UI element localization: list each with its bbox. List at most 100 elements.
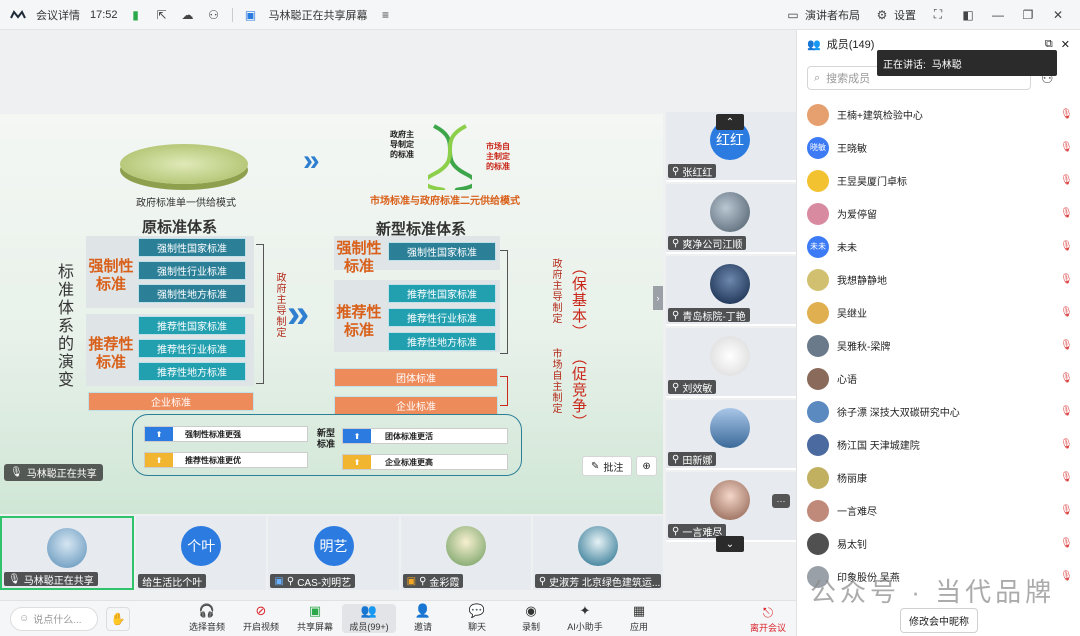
member-row[interactable]: 晓敏 王晓敏 🎙 <box>797 131 1080 164</box>
tile-name: ⚲ 田新娜 <box>668 452 717 466</box>
mic-muted-icon[interactable]: 🎙 <box>1060 307 1073 319</box>
more-options-icon[interactable]: ··· <box>772 494 790 508</box>
zoom-button[interactable]: ⊕ <box>636 456 657 476</box>
chevron-arrow-top-icon: » <box>303 144 320 177</box>
member-row[interactable]: 为爱停留 🎙 <box>797 197 1080 230</box>
sidebar-toggle-icon[interactable]: ◧ <box>960 7 976 23</box>
popout-icon[interactable]: ⧉ <box>1045 38 1053 51</box>
video-tile[interactable]: ⚲ 爽净公司江顺 <box>666 184 796 254</box>
people-icon[interactable]: ⚇ <box>206 7 222 23</box>
video-tile[interactable]: ⚲ 史淑芳 北京绿色建筑运... <box>532 516 664 590</box>
mic-muted-icon[interactable]: 🎙 <box>1060 142 1073 154</box>
mic-muted-icon[interactable]: 🎙 <box>1060 505 1073 517</box>
video-tile[interactable]: 个叶 给生活比个叶 <box>136 516 267 590</box>
leave-meeting-button[interactable]: ⎋ 离开会议 <box>750 605 786 634</box>
old-recommended-label: 推荐性标准 <box>88 336 134 371</box>
mic-muted-icon[interactable]: 🎙 <box>1060 373 1073 385</box>
avatar <box>710 408 750 448</box>
video-tile[interactable]: ⚲ 青岛标院-丁艳 <box>666 256 796 326</box>
old-mandatory-label: 强制性标准 <box>88 258 134 293</box>
video-tile[interactable]: ⚲ 田新娜 <box>666 400 796 470</box>
member-row[interactable]: 王楠+建筑检验中心 🎙 <box>797 98 1080 131</box>
video-tile-active[interactable]: 🎙 马林聪正在共享 <box>0 516 135 590</box>
invite-button[interactable]: 👤 邀请 <box>396 604 450 633</box>
meeting-details-link[interactable]: 会议详情 <box>36 7 80 23</box>
member-row[interactable]: 心语 🎙 <box>797 362 1080 395</box>
toolbar-label: 成员(99+) <box>349 622 389 632</box>
menu-icon[interactable]: ≡ <box>378 7 394 23</box>
camera-off-icon: ⊘ <box>255 603 267 618</box>
video-button[interactable]: ⊘ 开启视频 <box>234 604 288 633</box>
zoom-icon: ⊕ <box>642 460 651 472</box>
mic-muted-icon[interactable]: 🎙 <box>1060 472 1073 484</box>
annotate-button[interactable]: ✎ 批注 <box>582 456 633 476</box>
mic-muted-icon[interactable]: 🎙 <box>1060 175 1073 187</box>
mic-muted-icon[interactable]: 🎙 <box>1060 340 1073 352</box>
say-placeholder: 说点什么... <box>33 615 82 626</box>
share-screen-button[interactable]: ▣ 共享屏幕 <box>288 604 342 633</box>
rename-button[interactable]: 修改会中昵称 <box>900 607 978 633</box>
member-row[interactable]: 一言难尽 🎙 <box>797 494 1080 527</box>
record-button[interactable]: ◉ 录制 <box>504 604 558 633</box>
member-avatar <box>807 301 829 324</box>
raise-hand-icon[interactable]: ✋ <box>106 606 130 631</box>
layout-button[interactable]: ▭ 演讲者布局 <box>785 7 860 23</box>
member-row[interactable]: 未未 未未 🎙 <box>797 230 1080 263</box>
member-row[interactable]: 杨丽康 🎙 <box>797 461 1080 494</box>
video-tile[interactable]: ▣ ⚲ 金彩霞 <box>400 516 531 590</box>
video-tile[interactable]: ⚲ 刘效敏 <box>666 328 796 398</box>
new-bottom-bracket <box>500 376 508 406</box>
apps-grid-icon: ▦ <box>632 603 646 618</box>
mic-muted-icon[interactable]: 🎙 <box>1060 538 1073 550</box>
member-row[interactable]: 吴雅秋-梁牌 🎙 <box>797 329 1080 362</box>
member-avatar <box>807 202 829 225</box>
cloud-icon[interactable]: ☁ <box>180 7 196 23</box>
chat-button[interactable]: 💬 聊天 <box>450 604 504 633</box>
settings-button[interactable]: ⚙ 设置 <box>874 7 916 23</box>
say-something-input[interactable]: ☺ 说点什么... <box>10 606 98 631</box>
mic-muted-icon[interactable]: 🎙 <box>1060 208 1073 220</box>
member-row[interactable]: 吴继业 🎙 <box>797 296 1080 329</box>
restore-icon[interactable]: ❐ <box>1020 7 1036 23</box>
tile-name: ▣ ⚲ CAS-刘明艺 <box>270 574 356 588</box>
tencent-meeting-logo-icon <box>10 7 26 23</box>
minimize-icon[interactable]: — <box>990 7 1006 23</box>
close-panel-icon[interactable]: ✕ <box>1061 38 1070 51</box>
summary-item-text: 推荐性标准更优 <box>185 455 241 465</box>
mic-muted-icon[interactable]: 🎙 <box>1060 274 1073 286</box>
scroll-down-button[interactable]: ⌄ <box>716 536 744 552</box>
member-row[interactable]: 易太钊 🎙 <box>797 527 1080 560</box>
gov-led-label: 政府主导制定 <box>274 272 285 338</box>
apps-button[interactable]: ▦ 应用 <box>612 604 666 633</box>
share-out-icon[interactable]: ⇱ <box>154 7 170 23</box>
annotate-label: 批注 <box>603 462 624 474</box>
member-avatar <box>807 466 829 489</box>
summary-item-text: 强制性标准更强 <box>185 429 241 439</box>
mic-muted-icon[interactable]: 🎙 <box>1060 406 1073 418</box>
member-avatar: 晓敏 <box>807 136 829 159</box>
members-button[interactable]: 👥 成员(99+) <box>342 604 396 633</box>
new-recommended-label: 推荐性标准 <box>336 304 382 339</box>
mic-muted-icon[interactable]: 🎙 <box>1060 109 1073 121</box>
mic-muted-icon: ⚲ <box>672 453 680 465</box>
video-tile[interactable]: 明艺 ▣ ⚲ CAS-刘明艺 <box>268 516 399 590</box>
new-mandatory-item: 强制性国家标准 <box>388 242 496 261</box>
audio-button[interactable]: 🎧 选择音频 <box>180 604 234 633</box>
mic-muted-icon[interactable]: 🎙 <box>1060 571 1073 583</box>
ai-assistant-button[interactable]: ✦ AI小助手 <box>558 604 612 633</box>
gov-led-right-label: 政府主导制定 <box>550 258 561 324</box>
toolbar-label: 开启视频 <box>242 622 279 632</box>
mic-muted-icon[interactable]: 🎙 <box>1060 241 1073 253</box>
member-row[interactable]: 王昱昊厦门卓标 🎙 <box>797 164 1080 197</box>
fullscreen-icon[interactable]: ⛶ <box>930 7 946 23</box>
summary-item: ⬆ 企业标准更高 <box>342 454 508 470</box>
scroll-up-button[interactable]: ⌃ <box>716 114 744 130</box>
close-icon[interactable]: ✕ <box>1050 7 1066 23</box>
slide-collapse-handle[interactable]: › <box>653 286 663 310</box>
avatar <box>710 192 750 232</box>
old-recommended-item: 推荐性国家标准 <box>138 316 246 335</box>
member-row[interactable]: 徐子漂 深技大双碳研究中心 🎙 <box>797 395 1080 428</box>
mic-muted-icon[interactable]: 🎙 <box>1060 439 1073 451</box>
member-row[interactable]: 杨江国 天津城建院 🎙 <box>797 428 1080 461</box>
member-row[interactable]: 我想静静地 🎙 <box>797 263 1080 296</box>
